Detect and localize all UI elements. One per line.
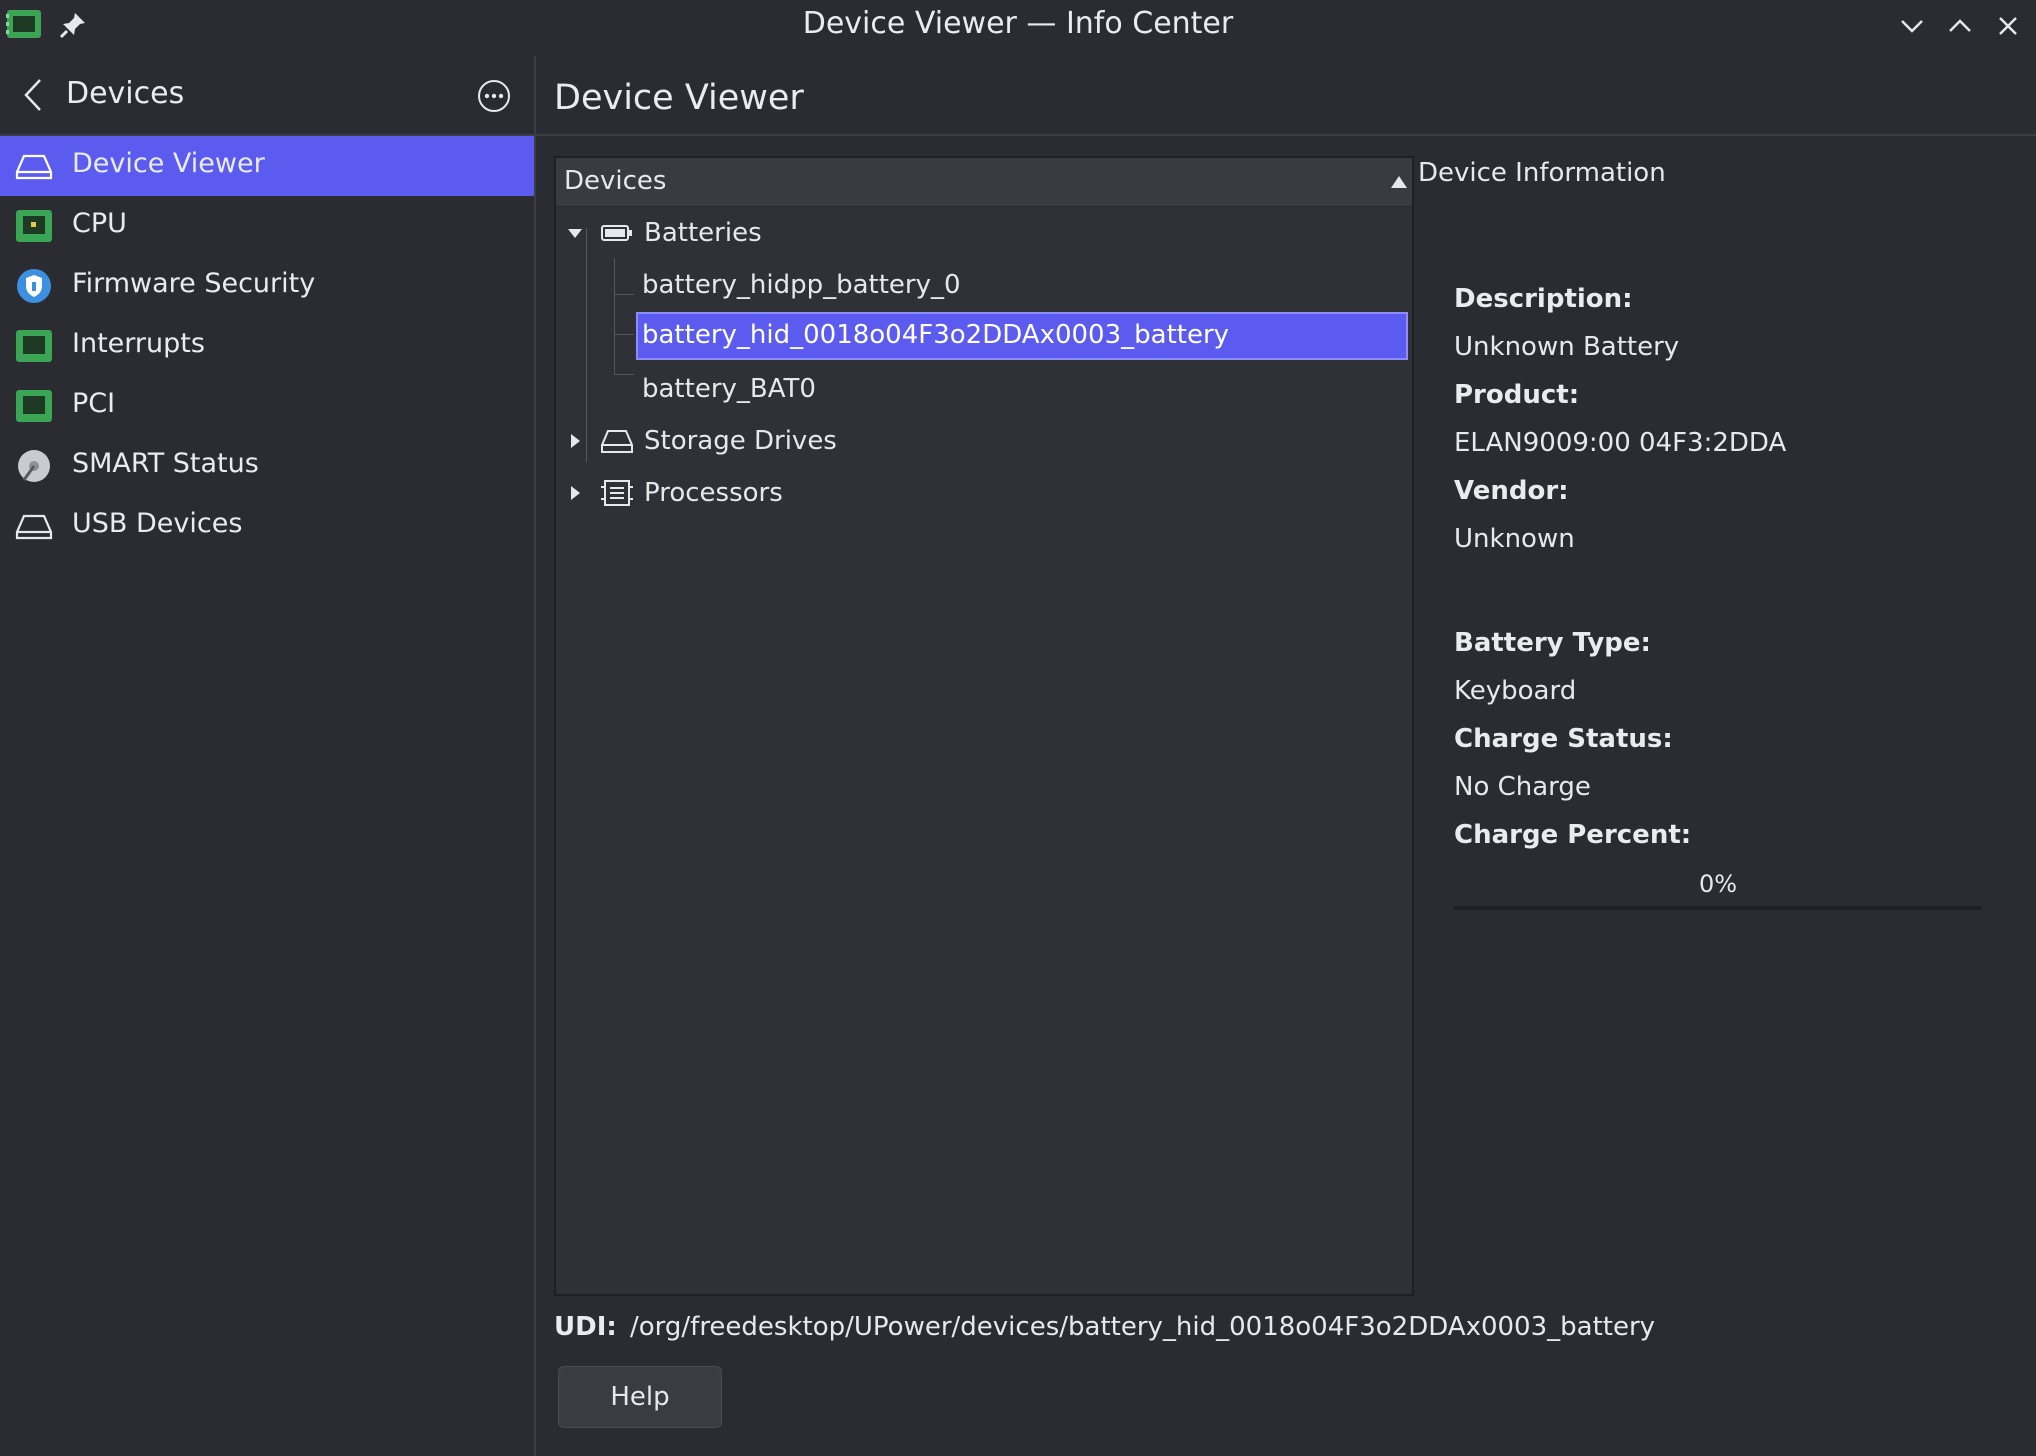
device-tree[interactable]: Devices Batteries battery_hidpp_battery_…: [554, 156, 1414, 1296]
disk-health-icon: [14, 448, 54, 484]
sidebar-item-firmware-security[interactable]: Firmware Security: [0, 256, 534, 316]
tree-row-label: Storage Drives: [644, 426, 837, 456]
sidebar-item-label: Interrupts: [72, 328, 205, 359]
more-options-icon[interactable]: [476, 78, 512, 114]
tree-row-label: battery_hid_0018o04F3o2DDAx0003_battery: [642, 320, 1230, 350]
tree-row-label: battery_hidpp_battery_0: [642, 270, 961, 300]
product-label: Product:: [1454, 380, 1580, 410]
tree-row-battery[interactable]: battery_hidpp_battery_0: [636, 262, 1408, 310]
tree-connector: [614, 258, 615, 374]
charge-progress-bar: [1454, 906, 1982, 910]
tree-connector: [614, 294, 634, 295]
chip-icon: [14, 388, 54, 424]
charge-status-label: Charge Status:: [1454, 724, 1673, 754]
tree-row-battery[interactable]: battery_BAT0: [636, 366, 1408, 414]
vendor-value: Unknown: [1454, 524, 1575, 554]
shield-icon: [14, 268, 54, 304]
sidebar-item-label: CPU: [72, 208, 127, 239]
chip-icon: [14, 328, 54, 364]
sort-ascending-icon: [1390, 174, 1408, 188]
header-divider: [536, 134, 2036, 136]
sidebar-item-smart-status[interactable]: SMART Status: [0, 436, 534, 496]
vendor-label: Vendor:: [1454, 476, 1569, 506]
tree-row-label: Batteries: [644, 218, 762, 248]
battery-icon: [600, 218, 634, 248]
sidebar-item-label: SMART Status: [72, 448, 259, 479]
tree-header-label: Devices: [564, 166, 667, 196]
collapse-arrow-icon[interactable]: [566, 224, 584, 242]
charge-percent-text: 0%: [1698, 870, 1738, 898]
window-title: Device Viewer — Info Center: [802, 6, 1234, 41]
sidebar-item-label: USB Devices: [72, 508, 243, 539]
device-information-heading: Device Information: [1418, 158, 1666, 188]
description-value: Unknown Battery: [1454, 332, 1680, 362]
minimize-icon[interactable]: [1896, 10, 1928, 42]
tree-row-label: Processors: [644, 478, 783, 508]
page-title: Device Viewer: [554, 78, 804, 118]
maximize-icon[interactable]: [1944, 10, 1976, 42]
tree-row-storage-drives[interactable]: Storage Drives: [556, 418, 1412, 466]
sidebar-item-label: Device Viewer: [72, 148, 265, 179]
product-value: ELAN9009:00 04F3:2DDA: [1454, 428, 1787, 458]
sidebar-item-pci[interactable]: PCI: [0, 376, 534, 436]
battery-type-value: Keyboard: [1454, 676, 1577, 706]
drive-icon: [14, 148, 54, 184]
sidebar-item-label: Firmware Security: [72, 268, 316, 299]
udi-label: UDI:: [554, 1312, 617, 1342]
help-button[interactable]: Help: [558, 1366, 722, 1428]
close-icon[interactable]: [1992, 10, 2024, 42]
charge-status-value: No Charge: [1454, 772, 1591, 802]
tree-connector: [614, 374, 634, 375]
sidebar-title: Devices: [66, 76, 185, 111]
expand-arrow-icon[interactable]: [566, 484, 584, 502]
sidebar-item-device-viewer[interactable]: Device Viewer: [0, 136, 534, 196]
sidebar-item-interrupts[interactable]: Interrupts: [0, 316, 534, 376]
drive-icon: [600, 426, 634, 456]
sidebar-item-label: PCI: [72, 388, 116, 419]
tree-connector: [614, 334, 634, 335]
tree-row-battery-selected[interactable]: battery_hid_0018o04F3o2DDAx0003_battery: [636, 312, 1408, 360]
sidebar-item-usb-devices[interactable]: USB Devices: [0, 496, 534, 556]
sidebar: Devices Device Viewer CPU Firmware Secur…: [0, 56, 536, 1456]
tree-row-batteries[interactable]: Batteries: [556, 210, 1412, 258]
expand-arrow-icon[interactable]: [566, 432, 584, 450]
drive-icon: [14, 508, 54, 544]
processor-icon: [600, 478, 634, 508]
title-bar: Device Viewer — Info Center: [0, 0, 2036, 54]
sidebar-header: Devices: [0, 56, 534, 136]
sidebar-item-cpu[interactable]: CPU: [0, 196, 534, 256]
charge-percent-label: Charge Percent:: [1454, 820, 1692, 850]
tree-row-processors[interactable]: Processors: [556, 470, 1412, 518]
udi-value: /org/freedesktop/UPower/devices/battery_…: [630, 1312, 1656, 1342]
description-label: Description:: [1454, 284, 1633, 314]
battery-type-label: Battery Type:: [1454, 628, 1651, 658]
back-icon[interactable]: [18, 76, 48, 114]
chip-icon: [14, 208, 54, 244]
tree-row-label: battery_BAT0: [642, 374, 816, 404]
tree-column-header[interactable]: Devices: [556, 158, 1412, 207]
